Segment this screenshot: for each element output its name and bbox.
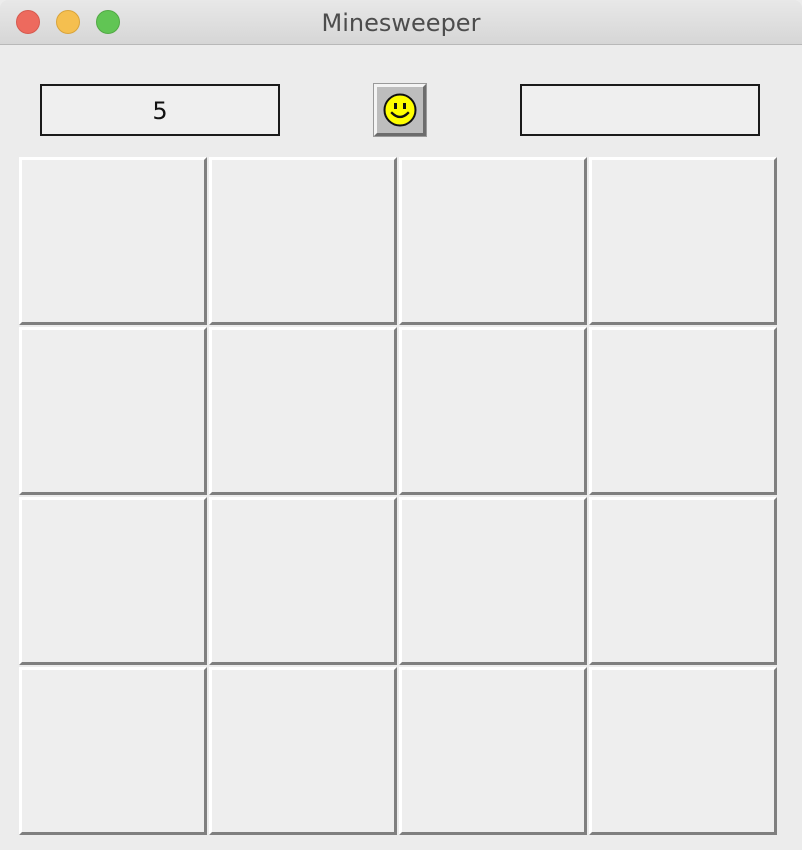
title-bar: Minesweeper — [0, 0, 802, 45]
mine-cell-r1-c2[interactable] — [209, 157, 397, 325]
minesweeper-window: Minesweeper 5 — [0, 0, 802, 850]
mine-cell-r3-c3[interactable] — [399, 497, 587, 665]
mine-cell-r4-c1[interactable] — [19, 667, 207, 835]
mine-cell-r2-c2[interactable] — [209, 327, 397, 495]
mine-cell-r2-c4[interactable] — [589, 327, 777, 495]
mine-cell-r1-c3[interactable] — [399, 157, 587, 325]
mine-cell-r2-c1[interactable] — [19, 327, 207, 495]
reset-button[interactable] — [373, 83, 427, 137]
mine-cell-r4-c4[interactable] — [589, 667, 777, 835]
mine-cell-r1-c1[interactable] — [19, 157, 207, 325]
mine-counter: 5 — [40, 84, 280, 136]
mine-cell-r1-c4[interactable] — [589, 157, 777, 325]
mine-cell-r4-c3[interactable] — [399, 667, 587, 835]
mine-cell-r4-c2[interactable] — [209, 667, 397, 835]
window-title: Minesweeper — [321, 9, 481, 37]
mine-cell-r3-c1[interactable] — [19, 497, 207, 665]
mine-cell-r3-c2[interactable] — [209, 497, 397, 665]
timer-display — [520, 84, 760, 136]
smiley-face-icon — [383, 93, 417, 127]
mine-cell-r3-c4[interactable] — [589, 497, 777, 665]
mine-cell-r2-c3[interactable] — [399, 327, 587, 495]
